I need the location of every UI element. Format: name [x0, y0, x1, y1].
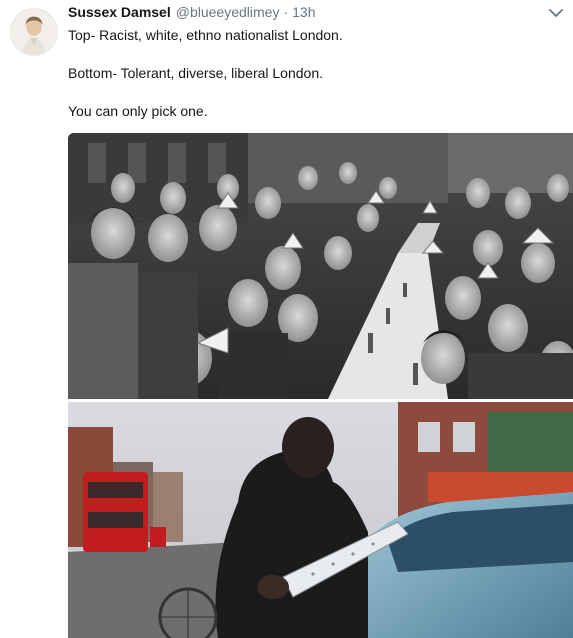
photo-street-knife[interactable] — [68, 402, 573, 638]
separator-dot: · — [283, 4, 289, 20]
street-party-image — [68, 133, 573, 399]
tweet-media[interactable] — [68, 133, 573, 638]
tweet-line-pick: You can only pick one. — [68, 103, 208, 119]
tweet-line-bottom: Bottom- Tolerant, diverse, liberal Londo… — [68, 65, 323, 81]
chevron-down-icon[interactable] — [549, 8, 563, 18]
street-knife-image — [68, 402, 573, 638]
user-handle[interactable]: @blueeyedlimey — [176, 4, 280, 20]
tweet-line-top: Top- Racist, white, ethno nationalist Lo… — [68, 27, 343, 43]
tweet-text: Top- Racist, white, ethno nationalist Lo… — [68, 26, 548, 120]
avatar-image — [11, 9, 57, 55]
tweet-header: Sussex Damsel @blueeyedlimey · 13h — [68, 4, 315, 22]
avatar[interactable] — [10, 8, 58, 56]
display-name[interactable]: Sussex Damsel — [68, 4, 171, 20]
photo-street-party[interactable] — [68, 133, 573, 399]
timestamp[interactable]: 13h — [292, 4, 315, 20]
